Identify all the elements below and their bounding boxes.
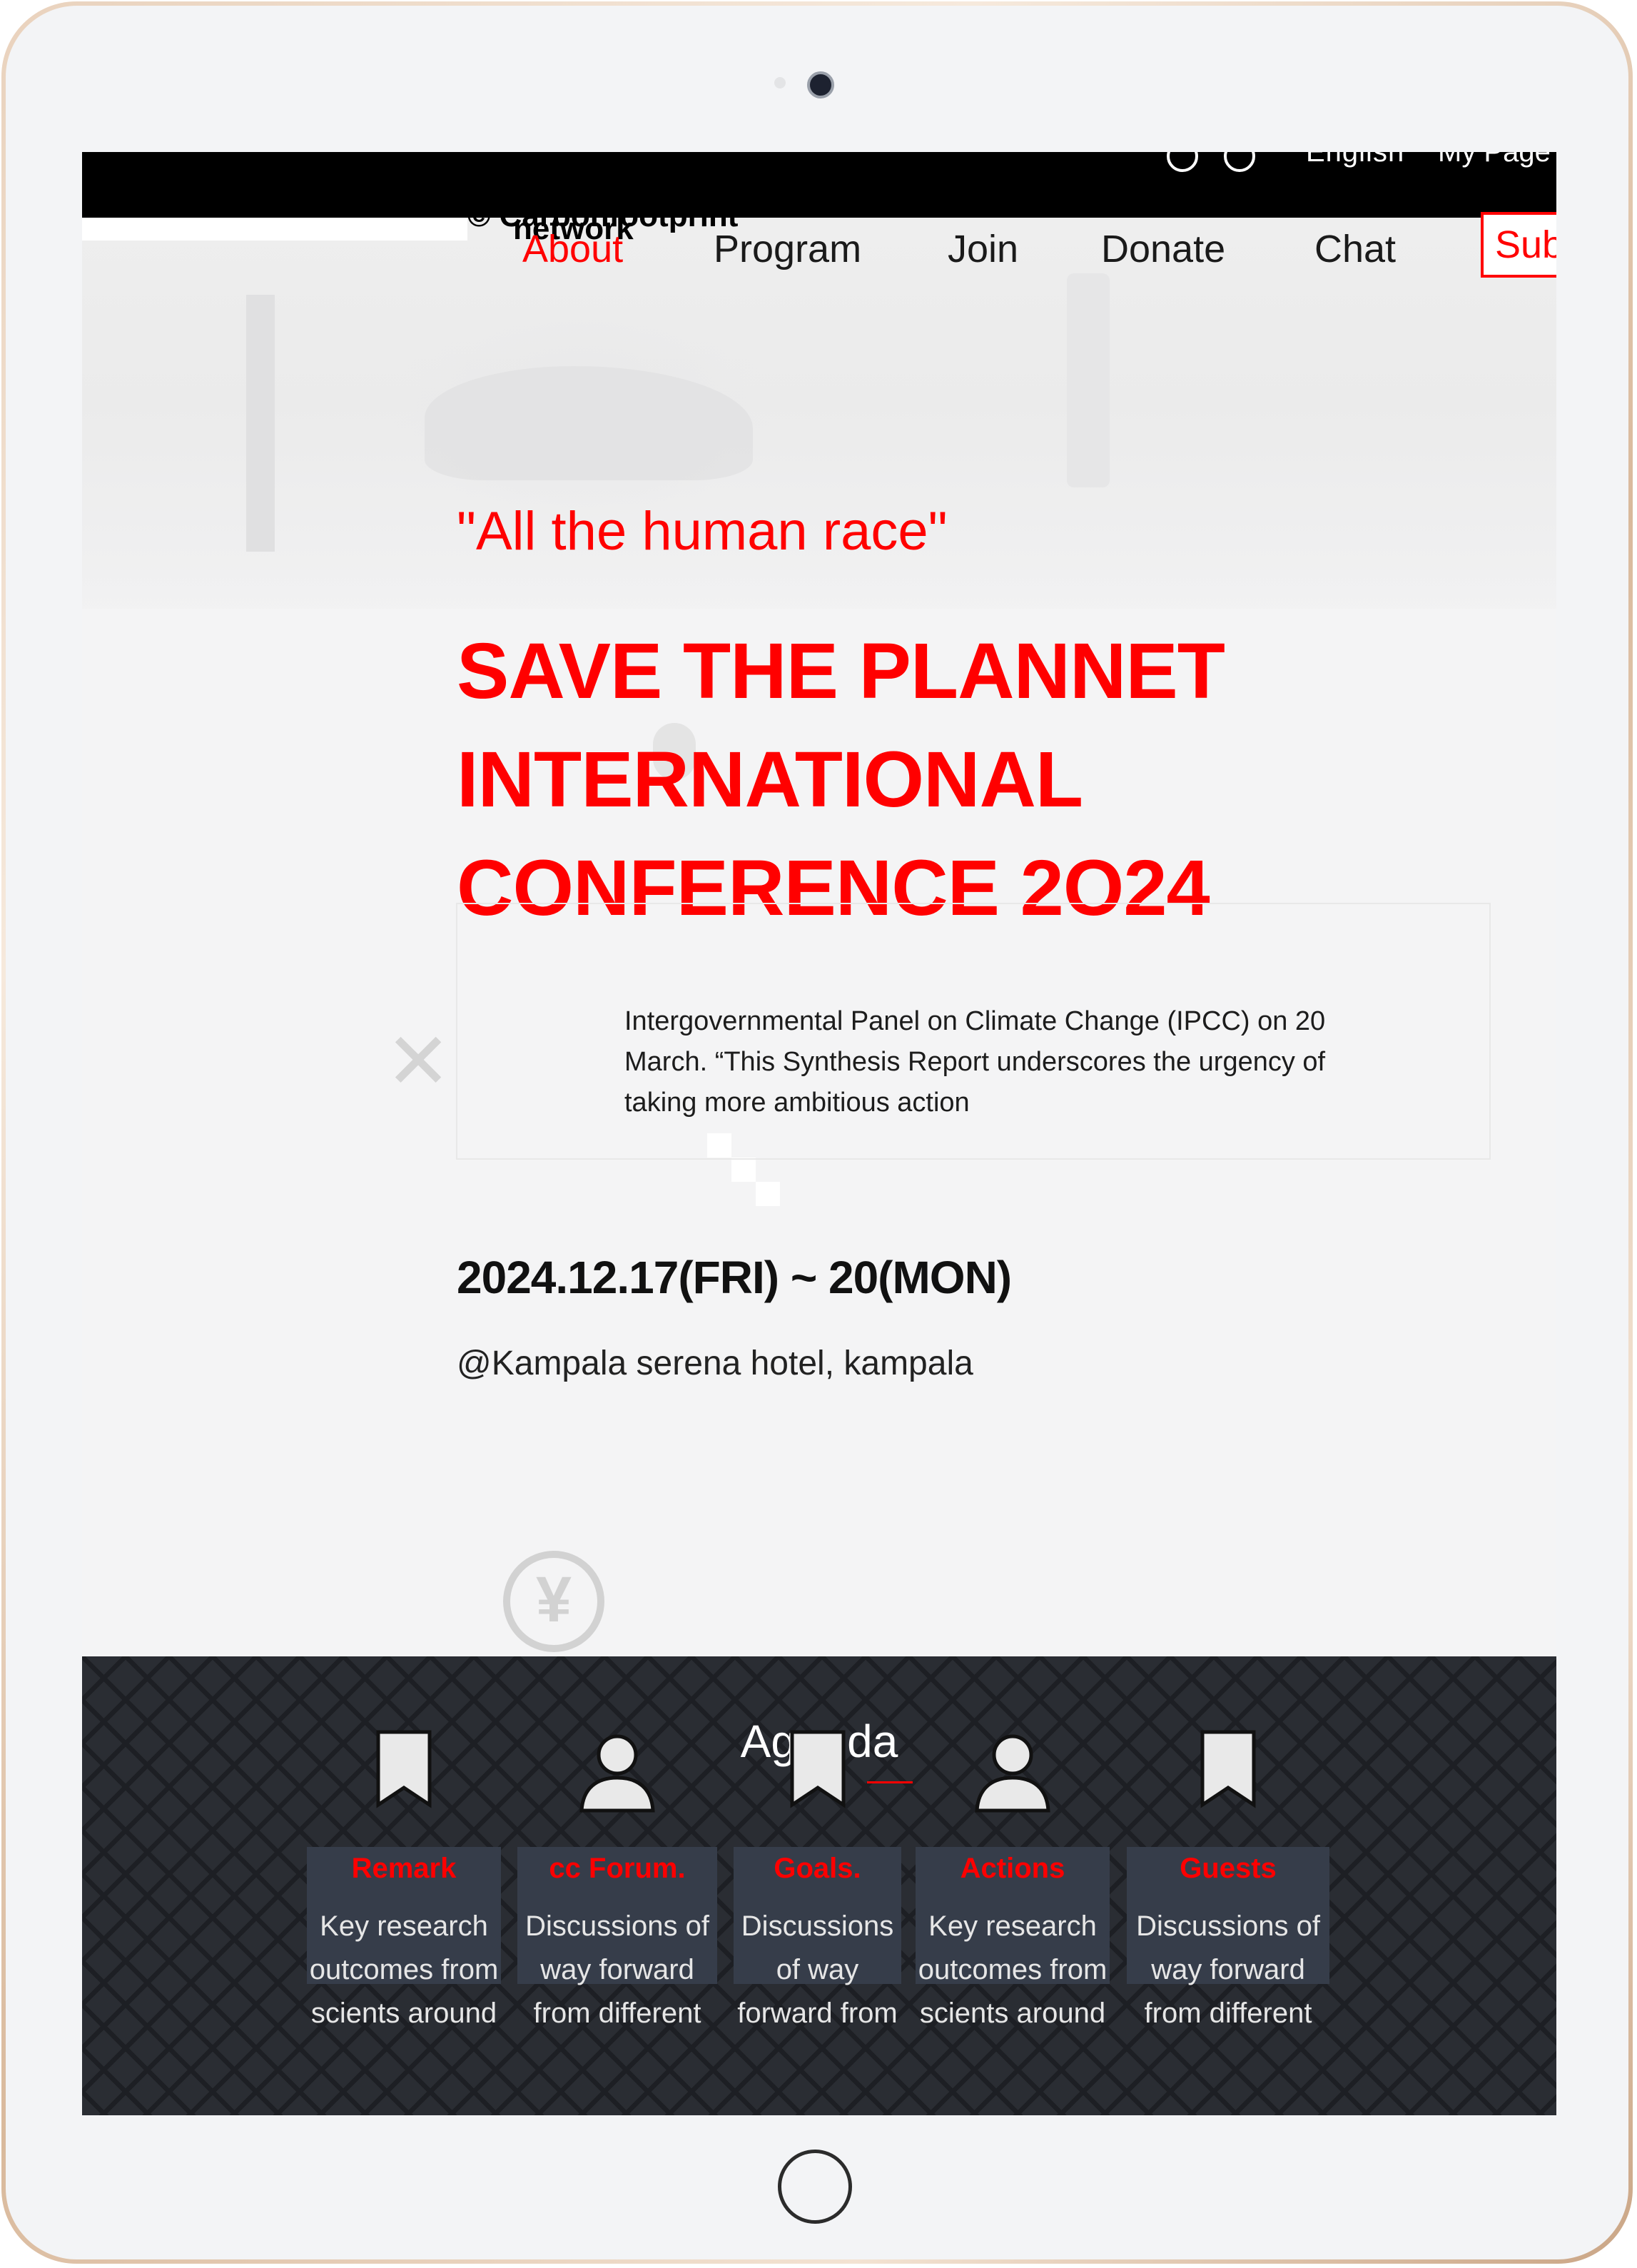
nav-about[interactable]: About [522, 223, 623, 275]
agenda-card-actions[interactable]: Actions Key research outcomes from scien… [916, 1734, 1110, 2035]
agenda-card-text: Discussions of way forward from differen… [525, 1910, 709, 2029]
top-utility-bar: English My Page [82, 152, 1556, 218]
agenda-card-label: Actions [960, 1853, 1065, 1884]
header-strip [82, 218, 467, 241]
language-selector[interactable]: English [1306, 152, 1404, 168]
agenda-card-goals[interactable]: Goals. Discussions of way forward from [734, 1730, 901, 2035]
agenda-card-text: Key research outcomes from scients aroun… [918, 1910, 1108, 2029]
home-button[interactable] [778, 2150, 852, 2224]
agenda-card-guests[interactable]: Guests Discussions of way forward from d… [1127, 1730, 1329, 2035]
subscribe-button[interactable]: Sub [1481, 212, 1556, 278]
user-icon [973, 1729, 1053, 1817]
facebook-icon[interactable] [1167, 152, 1198, 172]
yen-coin-icon: ¥ [503, 1551, 604, 1652]
agenda-card-remark[interactable]: Remark Key research outcomes from scient… [307, 1730, 501, 2035]
event-date: 2024.12.17(FRI) ~ 20(MON) [457, 1252, 1012, 1303]
agenda-card-text: Discussions of way forward from differen… [1136, 1910, 1320, 2029]
sensor-dot [774, 77, 786, 88]
pixel-decoration [731, 1158, 756, 1182]
nav-program[interactable]: Program [714, 223, 861, 275]
nav-join[interactable]: Join [948, 223, 1018, 275]
agenda-card-label: Remark [351, 1853, 457, 1884]
nav-donate[interactable]: Donate [1101, 223, 1225, 275]
nav-chat[interactable]: Chat [1314, 223, 1396, 275]
camera-icon [807, 71, 834, 98]
pixel-decoration [756, 1182, 780, 1206]
agenda-card-label: Goals. [774, 1853, 861, 1884]
hero-title-line: SAVE THE PLANNET [457, 627, 1225, 715]
agenda-underline [867, 1781, 913, 1783]
agenda-card-label: Guests [1180, 1853, 1277, 1884]
agenda-card-text: Discussions of way forward from [737, 1910, 898, 2029]
agenda-card-label: cc Forum. [549, 1853, 686, 1884]
agenda-card-text: Key research outcomes from scients aroun… [309, 1910, 499, 2029]
screen: English My Page © Carbonfootprint networ… [82, 152, 1556, 2115]
bookmark-icon [788, 1729, 848, 1813]
agenda-card-cc-forum[interactable]: cc Forum. Discussions of way forward fro… [517, 1734, 717, 2035]
event-venue: @Kampala serena hotel, kampala [457, 1345, 973, 1382]
hero-tagline: "All the human race" [457, 501, 948, 562]
hero-title-line: INTERNATIONAL [457, 736, 1083, 824]
hero-title: SAVE THE PLANNET INTERNATIONAL CONFERENC… [457, 617, 1225, 943]
bookmark-icon [374, 1729, 434, 1813]
close-x-decoration-icon: ✕ [385, 1018, 452, 1105]
hero-description: Intergovernmental Panel on Climate Chang… [624, 1006, 1326, 1118]
youtube-icon[interactable] [1224, 152, 1255, 172]
user-icon [577, 1729, 657, 1817]
bookmark-icon [1198, 1729, 1258, 1813]
my-page-link[interactable]: My Page [1438, 152, 1551, 168]
